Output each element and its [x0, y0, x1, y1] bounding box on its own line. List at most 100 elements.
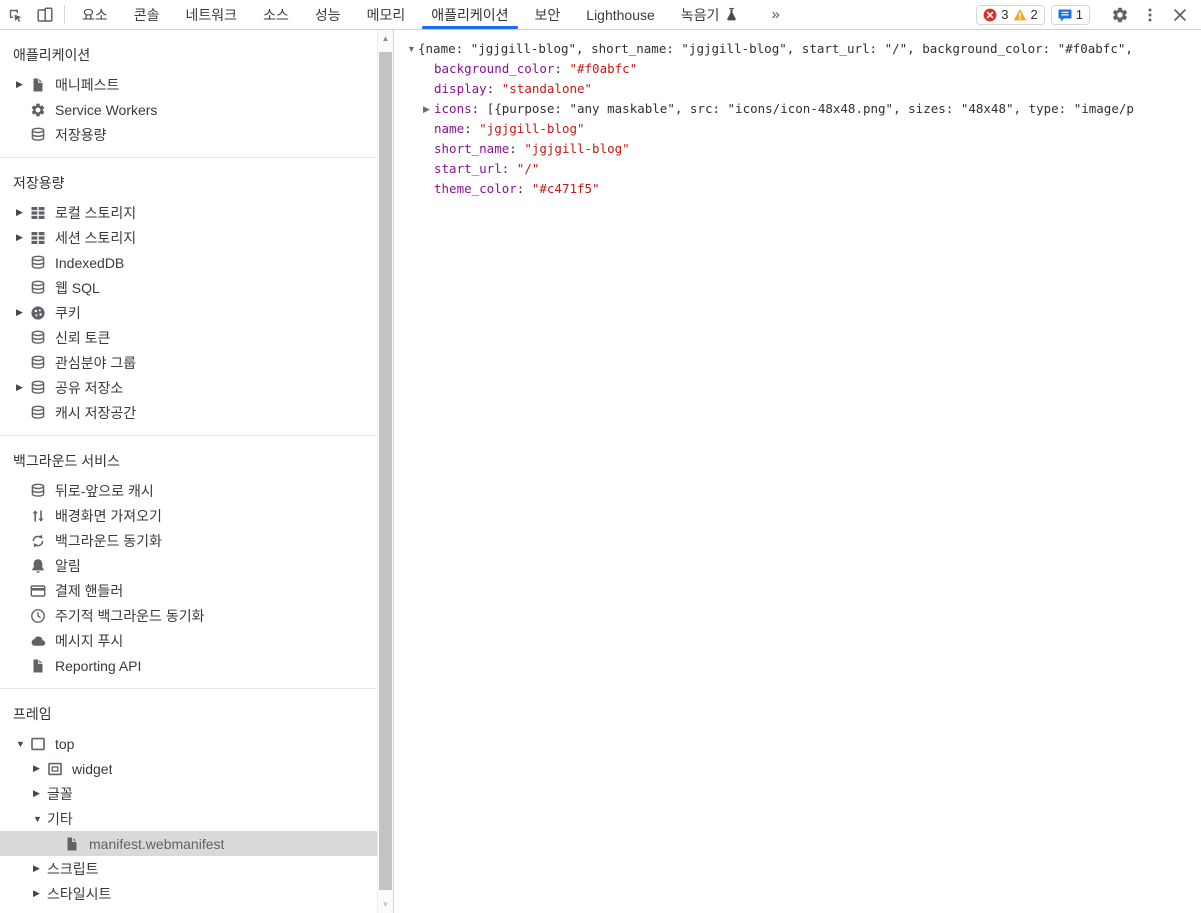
tree-item[interactable]: 캐시 저장공간: [0, 400, 378, 425]
console-messages-badge[interactable]: 1: [1051, 5, 1090, 25]
section-title: 프레임: [0, 695, 378, 731]
json-text: :: [472, 101, 487, 116]
tree-item[interactable]: 주기적 백그라운드 동기화: [0, 603, 378, 628]
tree-item-label: 글꼴: [47, 784, 73, 804]
expand-triangle-icon[interactable]: ▼: [407, 39, 418, 59]
expand-triangle-icon[interactable]: ▶: [423, 99, 434, 119]
tree-item[interactable]: 배경화면 가져오기: [0, 503, 378, 528]
tree-item[interactable]: ▼기타: [0, 806, 378, 831]
database-icon: [30, 255, 46, 271]
tree-item[interactable]: 결제 핸들러: [0, 578, 378, 603]
more-options-button[interactable]: [1135, 7, 1165, 23]
tree-item-label: 스타일시트: [47, 884, 111, 904]
tree-item[interactable]: ▶매니페스트: [0, 72, 378, 97]
application-sidebar: 애플리케이션▶매니페스트Service Workers저장용량저장용량▶로컬 스…: [0, 30, 394, 913]
tree-item[interactable]: ▶스크립트: [0, 856, 378, 881]
database-icon: [30, 330, 46, 346]
tab-label: 네트워크: [186, 5, 238, 25]
json-line-8: theme_color: "#c471f5": [407, 179, 1201, 199]
close-icon: [1172, 7, 1188, 23]
tree-item-label: top: [55, 736, 74, 752]
tree-item[interactable]: Service Workers: [0, 97, 378, 122]
tree-item[interactable]: ▶공유 저장소: [0, 375, 378, 400]
json-string-value: "/": [517, 161, 540, 176]
tab-6[interactable]: 메모리: [354, 0, 419, 29]
chevron-down-icon[interactable]: ▼: [16, 739, 30, 749]
tree-item[interactable]: 백그라운드 동기화: [0, 528, 378, 553]
json-text: :: [502, 161, 517, 176]
json-line-7: start_url: "/": [407, 159, 1201, 179]
tab-8[interactable]: 보안: [522, 0, 574, 29]
scroll-down-button[interactable]: ▼: [378, 896, 393, 913]
tab-4[interactable]: 소스: [250, 0, 302, 29]
sidebar-scrollbar[interactable]: ▲ ▼: [377, 30, 393, 913]
tab-5[interactable]: 성능: [302, 0, 354, 29]
database-icon: [30, 380, 46, 396]
chevron-right-icon[interactable]: ▶: [16, 79, 30, 90]
chevron-right-icon[interactable]: ▶: [33, 863, 47, 874]
tree-item[interactable]: 관심분야 그룹: [0, 350, 378, 375]
application-panel: 애플리케이션▶매니페스트Service Workers저장용량저장용량▶로컬 스…: [0, 30, 1201, 913]
tree-item[interactable]: ▶로컬 스토리지: [0, 200, 378, 225]
chevron-right-icon[interactable]: ▶: [16, 207, 30, 218]
json-string-value: "jgjgill-blog": [479, 121, 584, 136]
tree-item[interactable]: 뒤로-앞으로 캐시: [0, 478, 378, 503]
tree-item[interactable]: 알림: [0, 553, 378, 578]
tree-item[interactable]: 저장용량: [0, 122, 378, 147]
tab-1[interactable]: 요소: [69, 0, 121, 29]
chevron-right-icon[interactable]: ▶: [16, 232, 30, 243]
tab-9[interactable]: Lighthouse: [573, 0, 668, 29]
tree-item[interactable]: Reporting API: [0, 653, 378, 678]
tab-3[interactable]: 네트워크: [173, 0, 251, 29]
cookie-icon: [30, 305, 46, 321]
devtools-toolbar: 요소콘솔네트워크소스성능메모리애플리케이션보안Lighthouse녹음기 » 3: [0, 0, 1201, 30]
json-key: theme_color: [434, 181, 517, 196]
chevron-right-icon[interactable]: ▶: [33, 763, 47, 774]
tree-item[interactable]: ▶스타일시트: [0, 881, 378, 906]
scrollbar-thumb[interactable]: [379, 52, 392, 890]
tab-7[interactable]: 애플리케이션: [418, 0, 521, 29]
close-devtools-button[interactable]: [1165, 7, 1195, 23]
chevron-right-icon[interactable]: ▶: [16, 307, 30, 318]
tab-2[interactable]: 콘솔: [121, 0, 173, 29]
tree-item[interactable]: manifest.webmanifest: [0, 831, 378, 856]
chevron-right-icon[interactable]: ▶: [33, 788, 47, 799]
tree-item[interactable]: IndexedDB: [0, 250, 378, 275]
gear-icon: [1111, 6, 1129, 24]
tab-label: 요소: [82, 5, 108, 25]
tree-item-label: 스크립트: [47, 859, 99, 879]
json-text: :: [487, 81, 502, 96]
more-tabs-button[interactable]: »: [761, 0, 789, 29]
tree-item-label: 메시지 푸시: [55, 631, 123, 651]
tab-10[interactable]: 녹음기: [668, 0, 754, 29]
settings-button[interactable]: [1105, 6, 1135, 24]
scroll-up-button[interactable]: ▲: [378, 30, 393, 47]
iframe-icon: [47, 761, 63, 777]
inspect-element-button[interactable]: [0, 0, 30, 29]
section-title: 저장용량: [0, 164, 378, 200]
tree-item[interactable]: ▶세션 스토리지: [0, 225, 378, 250]
tree-item[interactable]: ▶쿠키: [0, 300, 378, 325]
tab-label: 콘솔: [134, 5, 160, 25]
inspect-cursor-icon: [6, 6, 24, 24]
chevron-right-icon[interactable]: ▶: [16, 382, 30, 393]
sidebar-section-1: 애플리케이션▶매니페스트Service Workers저장용량: [0, 30, 378, 158]
tree-item[interactable]: ▶widget: [0, 756, 378, 781]
message-icon: [1058, 8, 1072, 22]
database-icon: [30, 355, 46, 371]
json-line-3: display: "standalone": [407, 79, 1201, 99]
issues-badge[interactable]: 3 2: [976, 5, 1044, 25]
json-text: :: [554, 61, 569, 76]
json-key: short_name: [434, 141, 509, 156]
tree-item[interactable]: ▼ top: [0, 731, 378, 756]
tree-item[interactable]: 신뢰 토큰: [0, 325, 378, 350]
tree-item[interactable]: ▶글꼴: [0, 781, 378, 806]
tree-item[interactable]: 메시지 푸시: [0, 628, 378, 653]
chevron-right-icon[interactable]: ▶: [33, 888, 47, 899]
json-line-2: background_color: "#f0abfc": [407, 59, 1201, 79]
device-toolbar-button[interactable]: [30, 0, 60, 29]
chevron-down-icon[interactable]: ▼: [33, 814, 47, 824]
tree-item[interactable]: 웹 SQL: [0, 275, 378, 300]
tree-item-label: 백그라운드 동기화: [55, 531, 162, 551]
tree-item-label: Reporting API: [55, 658, 141, 674]
